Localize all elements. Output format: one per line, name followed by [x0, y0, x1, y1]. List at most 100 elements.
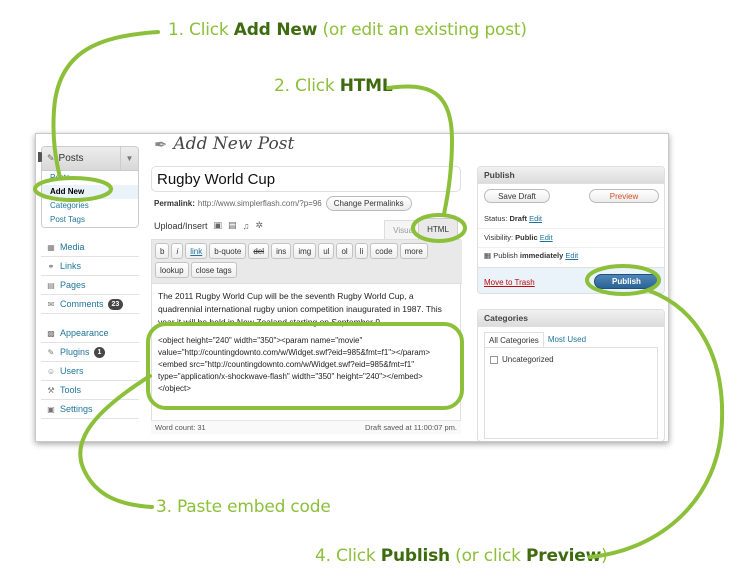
- qt-more-button[interactable]: more: [399, 243, 428, 259]
- add-video-icon[interactable]: ▤: [228, 220, 237, 231]
- sidebar-item-appearance[interactable]: ▩ Appearance: [41, 324, 139, 343]
- wordpress-screenshot: ✎ Posts ▼ Posts Add New Categories Post …: [35, 133, 669, 442]
- tab-all-categories[interactable]: All Categories: [484, 332, 544, 347]
- move-to-trash-link[interactable]: Move to Trash: [484, 278, 535, 287]
- sidebar-item-label: Appearance: [60, 328, 109, 338]
- sidebar-item-label: Users: [60, 366, 84, 376]
- sidebar-item-label: Tools: [60, 385, 82, 395]
- chevron-down-icon[interactable]: ▼: [120, 147, 138, 170]
- qt-italic-button[interactable]: i: [171, 243, 184, 259]
- qt-blockquote-button[interactable]: b-quote: [209, 243, 247, 259]
- publish-button[interactable]: Publish: [594, 274, 659, 289]
- status-value: Draft: [509, 214, 527, 223]
- callout-step-4-end: ): [601, 546, 608, 566]
- submenu-item-posts[interactable]: Posts: [42, 171, 138, 185]
- sidebar-item-pages[interactable]: ▤ Pages: [41, 276, 139, 295]
- qt-del-button[interactable]: del: [248, 243, 270, 259]
- submenu-item-categories[interactable]: Categories: [42, 199, 138, 213]
- qt-link-button[interactable]: link: [185, 243, 208, 259]
- category-label: Uncategorized: [502, 355, 554, 364]
- publish-time-edit-link[interactable]: Edit: [565, 251, 578, 260]
- qt-ol-button[interactable]: ol: [336, 243, 353, 259]
- posts-submenu: Posts Add New Categories Post Tags: [42, 171, 138, 227]
- sidebar-item-settings[interactable]: ▣ Settings: [41, 400, 139, 419]
- editor-status-bar: Word count: 31 Draft saved at 11:00:07 p…: [151, 420, 461, 434]
- callout-step-4: 4. Click Publish (or click Preview): [315, 546, 608, 566]
- upload-insert-label: Upload/Insert: [154, 220, 208, 231]
- settings-icon: ▣: [47, 404, 55, 414]
- publish-time-row: ▦ Publish immediately Edit: [484, 251, 578, 260]
- sidebar-item-plugins[interactable]: ✎ Plugins 1: [41, 343, 139, 362]
- sidebar-item-label: Pages: [60, 280, 86, 290]
- visibility-label: Visibility:: [484, 233, 514, 242]
- publish-box: Publish Save Draft Preview Status: Draft…: [477, 166, 665, 294]
- tools-icon: ⚒: [47, 385, 55, 395]
- preview-button[interactable]: Preview: [589, 189, 659, 203]
- post-status-row: Status: Draft Edit: [484, 214, 542, 223]
- menu-group-settings: ▩ Appearance ✎ Plugins 1 ☺ Users ⚒ Tools ▣ Set…: [41, 324, 139, 419]
- comments-icon: ✉: [47, 299, 55, 309]
- page-title: ✒ Add New Post: [154, 134, 294, 154]
- category-checkbox[interactable]: [490, 355, 498, 364]
- sidebar-item-media[interactable]: ▦ Media: [41, 238, 139, 257]
- publish-box-title: Publish: [478, 167, 664, 184]
- status-label: Status:: [484, 214, 508, 223]
- add-media-icon[interactable]: ✲: [255, 220, 263, 231]
- add-audio-icon[interactable]: ♫: [243, 221, 250, 231]
- sidebar-item-links[interactable]: ⚭ Links: [41, 257, 139, 276]
- upload-insert-row: Upload/Insert ▣ ▤ ♫ ✲: [154, 220, 263, 231]
- page-title-text: Add New Post: [173, 134, 295, 154]
- tab-most-used[interactable]: Most Used: [544, 332, 590, 347]
- qt-close-tags-button[interactable]: close tags: [190, 262, 237, 278]
- permalink-label: Permalink:: [154, 199, 195, 208]
- plugins-icon: ✎: [47, 347, 55, 357]
- posts-menu-label: Posts: [58, 153, 84, 164]
- callout-step-4-action: Publish: [380, 546, 450, 566]
- qt-bold-button[interactable]: b: [155, 243, 170, 259]
- sidebar-item-label: Links: [60, 261, 82, 271]
- callout-step-2-prefix: 2. Click: [274, 76, 340, 96]
- submenu-item-post-tags[interactable]: Post Tags: [42, 213, 138, 227]
- callout-step-4-prefix: 4. Click: [315, 546, 381, 566]
- callout-step-1-action: Add New: [233, 20, 318, 40]
- post-editor[interactable]: b i link b-quote del ins img ul ol li co…: [151, 239, 462, 431]
- callout-step-1: 1. Click Add New (or edit an existing po…: [168, 20, 527, 40]
- visibility-edit-link[interactable]: Edit: [540, 233, 553, 242]
- qt-lookup-button[interactable]: lookup: [155, 262, 189, 278]
- qt-li-button[interactable]: li: [354, 243, 369, 259]
- admin-sidebar: ✎ Posts ▼ Posts Add New Categories Post …: [38, 146, 139, 419]
- users-icon: ☺: [46, 366, 56, 376]
- add-image-icon[interactable]: ▣: [214, 220, 223, 231]
- callout-step-1-rest: (or edit an existing post): [317, 20, 527, 40]
- callout-step-3: 3. Paste embed code: [156, 497, 331, 517]
- qt-ul-button[interactable]: ul: [318, 243, 335, 259]
- tab-html[interactable]: HTML: [418, 218, 458, 240]
- category-item[interactable]: Uncategorized: [490, 355, 554, 364]
- word-count: Word count: 31: [155, 423, 206, 432]
- media-icon: ▦: [47, 242, 55, 252]
- change-permalinks-button[interactable]: Change Permalinks: [325, 196, 412, 211]
- divider: [478, 247, 664, 248]
- callout-step-2-action: HTML: [339, 76, 393, 96]
- category-checklist: Uncategorized: [484, 347, 658, 439]
- post-title-input[interactable]: [151, 166, 461, 192]
- sidebar-item-comments[interactable]: ✉ Comments 23: [41, 295, 139, 314]
- publish-time-value: immediately: [519, 251, 564, 260]
- qt-ins-button[interactable]: ins: [271, 243, 292, 259]
- submenu-item-add-new[interactable]: Add New: [42, 185, 138, 199]
- qt-img-button[interactable]: img: [293, 243, 317, 259]
- callout-step-4-action2: Preview: [526, 546, 602, 566]
- categories-box-title: Categories: [478, 310, 664, 327]
- divider: [478, 228, 664, 229]
- sidebar-item-users[interactable]: ☺ Users: [41, 362, 139, 381]
- status-edit-link[interactable]: Edit: [529, 214, 542, 223]
- editor-content[interactable]: The 2011 Rugby World Cup will be the sev…: [152, 284, 460, 395]
- visibility-value: Public: [515, 233, 538, 242]
- qt-code-button[interactable]: code: [370, 243, 398, 259]
- sidebar-item-tools[interactable]: ⚒ Tools: [41, 381, 139, 400]
- callout-step-2: 2. Click HTML: [274, 76, 393, 96]
- save-draft-button[interactable]: Save Draft: [484, 189, 550, 203]
- permalink-row: Permalink: http://www.simplerflash.com/?…: [154, 196, 412, 211]
- links-icon: ⚭: [47, 261, 55, 271]
- posts-menu-header[interactable]: ✎ Posts ▼: [42, 147, 138, 171]
